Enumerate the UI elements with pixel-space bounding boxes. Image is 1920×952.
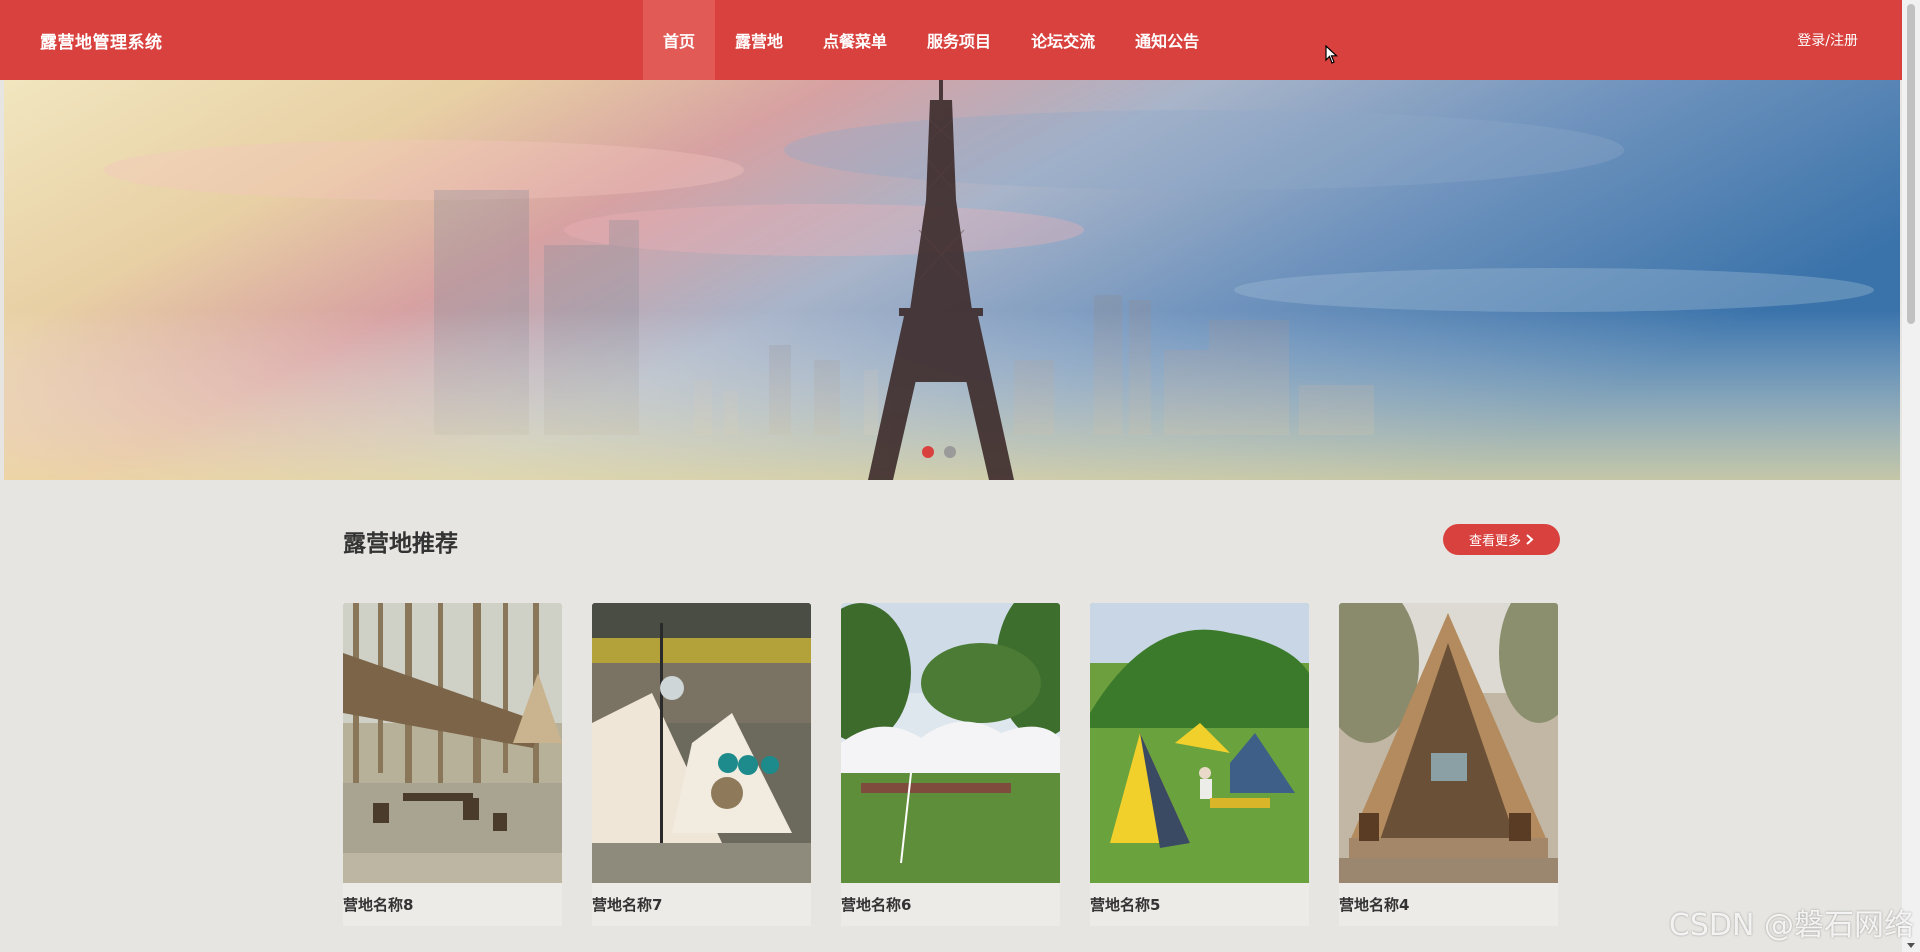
- scrollbar-thumb[interactable]: [1907, 4, 1915, 324]
- login-register-link[interactable]: 登录/注册: [1797, 0, 1858, 80]
- nav-item-home[interactable]: 首页: [643, 0, 716, 80]
- page-scrollbar[interactable]: [1902, 0, 1920, 952]
- mouse-cursor-icon: [1325, 45, 1339, 64]
- nav-item-forum[interactable]: 论坛交流: [1011, 0, 1115, 80]
- banner-image: [4, 80, 1900, 480]
- chevron-right-icon: [1526, 534, 1534, 545]
- section-title: 露营地推荐: [343, 531, 458, 557]
- campsite-card[interactable]: 营地名称4: [1339, 603, 1558, 926]
- nav-item-notices[interactable]: 通知公告: [1115, 0, 1219, 80]
- nav-item-campsites[interactable]: 露营地: [715, 0, 803, 80]
- carousel-dot-2[interactable]: [944, 446, 956, 458]
- campsite-image[interactable]: [343, 603, 562, 883]
- campsite-image[interactable]: [1090, 603, 1309, 883]
- watermark: CSDN @磐石网络: [1668, 908, 1914, 943]
- campsite-name[interactable]: 营地名称5: [1090, 883, 1309, 926]
- campsite-card-list: 营地名称8 营地名称7 营地名称6 营地名称5 营地名称4: [343, 603, 1558, 926]
- campsite-name[interactable]: 营地名称4: [1339, 883, 1558, 926]
- main-nav: 首页 露营地 点餐菜单 服务项目 论坛交流 通知公告: [643, 0, 1219, 80]
- site-brand[interactable]: 露营地管理系统: [40, 0, 163, 80]
- campsite-card[interactable]: 营地名称5: [1090, 603, 1309, 926]
- campsite-image[interactable]: [1339, 603, 1558, 883]
- nav-item-menu[interactable]: 点餐菜单: [803, 0, 907, 80]
- campsite-image[interactable]: [841, 603, 1060, 883]
- carousel-dot-1[interactable]: [922, 446, 934, 458]
- view-more-label: 查看更多: [1468, 534, 1521, 549]
- campsite-image[interactable]: [592, 603, 811, 883]
- view-more-button[interactable]: 查看更多: [1443, 524, 1560, 555]
- campsite-card[interactable]: 营地名称8: [343, 603, 562, 926]
- campsite-name[interactable]: 营地名称8: [343, 883, 562, 926]
- campsite-card[interactable]: 营地名称6: [841, 603, 1060, 926]
- banner-carousel[interactable]: [4, 80, 1900, 480]
- nav-item-services[interactable]: 服务项目: [907, 0, 1011, 80]
- campsite-name[interactable]: 营地名称7: [592, 883, 811, 926]
- campsite-name[interactable]: 营地名称6: [841, 883, 1060, 926]
- top-navbar: 露营地管理系统 首页 露营地 点餐菜单 服务项目 论坛交流 通知公告 登录/注册: [0, 0, 1902, 80]
- campsite-card[interactable]: 营地名称7: [592, 603, 811, 926]
- carousel-indicators: [922, 446, 956, 458]
